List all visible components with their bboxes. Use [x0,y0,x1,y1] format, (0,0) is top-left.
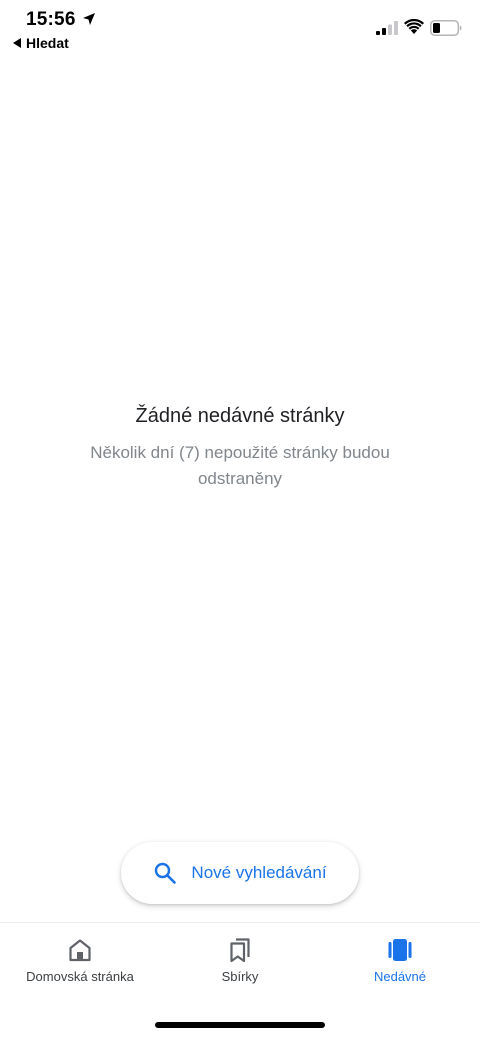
empty-state-title: Žádné nedávné stránky [135,405,345,427]
nav-label-home: Domovská stránka [26,969,134,984]
back-arrow-icon [13,38,21,48]
collections-icon [230,938,250,963]
wifi-icon [404,19,424,34]
home-indicator [155,1022,325,1028]
home-icon [69,939,91,962]
new-search-button[interactable]: Nové vyhledávání [121,842,359,904]
nav-item-collections[interactable]: Sbírky [160,937,320,984]
recent-tabs-icon [388,939,412,961]
nav-item-recent[interactable]: Nedávné [320,937,480,984]
nav-label-recent: Nedávné [373,969,427,984]
back-to-search-link[interactable]: Hledat [13,35,69,51]
empty-state-description: Několik dní (7) nepoužité stránky budou … [90,443,390,488]
status-bar: 15:56 Hledat [0,0,480,60]
cellular-signal-icon [376,21,398,35]
app-screen: 15:56 Hledat Žádné nedávné stránky Někol… [0,0,480,1039]
battery-icon [430,20,462,36]
search-icon [155,862,177,884]
location-arrow-icon [83,13,95,25]
back-link-label: Hledat [26,35,69,51]
status-time: 15:56 [26,9,76,30]
nav-label-collections: Sbírky [221,969,259,984]
empty-state: Žádné nedávné stránky Několik dní (7) ne… [40,405,440,492]
new-search-label: Nové vyhledávání [191,863,327,882]
nav-item-home[interactable]: Domovská stránka [0,937,160,984]
